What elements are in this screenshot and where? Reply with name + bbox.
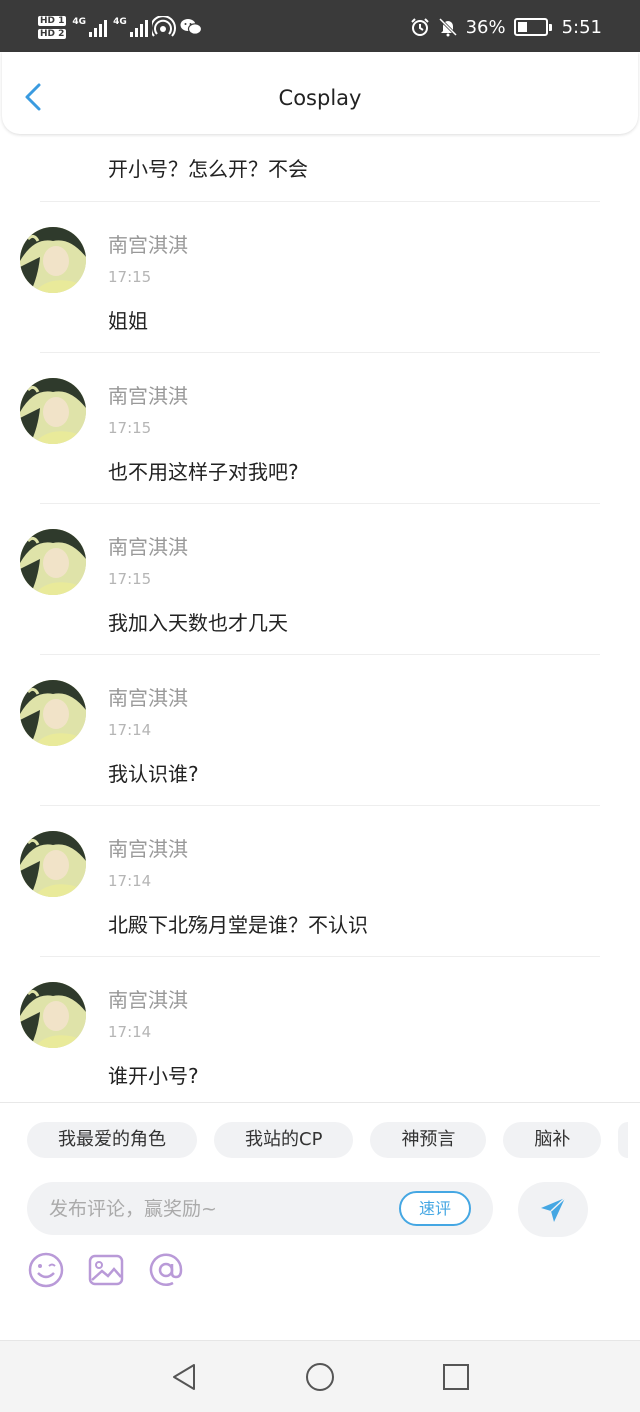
list-item: 南宫淇淇 17:14 我认识谁?: [0, 655, 640, 806]
topic-chips: 我最爱的角色 我站的CP 神预言 脑补: [27, 1122, 629, 1158]
at-icon[interactable]: [147, 1251, 185, 1289]
clock: 5:51: [561, 16, 602, 38]
comment-text: 也不用这样子对我吧?: [108, 460, 299, 484]
sim2-label: HD 2: [38, 28, 67, 39]
battery-icon: [513, 18, 552, 36]
sim2-indicator: HD 2: [38, 28, 67, 39]
signal-2-icon: 4G: [113, 17, 148, 37]
comment-text: 谁开小号?: [108, 1064, 199, 1088]
comment-input-wrap: 速评: [27, 1182, 493, 1235]
avatar-image: [20, 831, 86, 897]
comment-list[interactable]: 开小号？怎么开？不会 南宫淇淇 17:15 姐姐 南宫淇淇 17:15 也不用这样子对我吧…: [0, 52, 640, 1102]
user-name[interactable]: 南宫淇淇: [108, 682, 188, 711]
battery-fill: [517, 22, 527, 32]
header: Cosplay: [2, 52, 638, 134]
avatar-image: [20, 529, 86, 595]
list-item: 南宫淇淇 17:15 我加入天数也才几天: [0, 504, 640, 655]
list-item: 南宫淇淇 17:15 姐姐: [0, 202, 640, 353]
user-name[interactable]: 南宫淇淇: [108, 229, 188, 258]
sim-indicators: HD 1 HD 2: [38, 15, 67, 39]
avatar[interactable]: [20, 831, 86, 897]
comment-time: 17:14: [108, 721, 152, 739]
comments-container: 南宫淇淇 17:15 姐姐 南宫淇淇 17:15 也不用这样子对我吧? 南宫淇淇 17:15 我…: [0, 202, 640, 1102]
avatar-image: [20, 227, 86, 293]
list-item: 南宫淇淇 17:15 也不用这样子对我吧?: [0, 353, 640, 504]
user-name[interactable]: 南宫淇淇: [108, 833, 188, 862]
smiley-icon[interactable]: [27, 1251, 65, 1289]
image-icon[interactable]: [87, 1251, 125, 1289]
paper-plane-icon: [541, 1196, 566, 1222]
status-bar: HD 1 HD 2 4G 4G 36% 5:51: [0, 0, 640, 52]
avatar-image: [20, 982, 86, 1048]
circle-home-icon[interactable]: [304, 1361, 336, 1393]
comment-time: 17:14: [108, 1023, 152, 1041]
alarm-icon: [410, 18, 429, 36]
mute-bell-icon: [438, 17, 457, 37]
user-name[interactable]: 南宫淇淇: [108, 984, 188, 1013]
send-button[interactable]: [518, 1182, 588, 1237]
avatar[interactable]: [20, 680, 86, 746]
sim1-indicator: HD 1: [38, 15, 67, 26]
chip-my-cp[interactable]: 我站的CP: [214, 1122, 354, 1158]
chip-favorite-character[interactable]: 我最爱的角色: [27, 1122, 197, 1158]
comment-text: 北殿下北殇月堂是谁？不认识: [108, 913, 368, 937]
avatar[interactable]: [20, 378, 86, 444]
avatar[interactable]: [20, 982, 86, 1048]
chip-overflow[interactable]: [618, 1122, 629, 1158]
comment-text: 开小号？怎么开？不会: [108, 157, 308, 181]
composer-tools: [27, 1251, 185, 1289]
triangle-back-icon[interactable]: [168, 1361, 200, 1393]
network-type-1: 4G: [72, 17, 87, 27]
list-item: 南宫淇淇 17:14 北殿下北殇月堂是谁？不认识: [0, 806, 640, 957]
square-recent-icon[interactable]: [440, 1361, 472, 1393]
hotspot-icon: [151, 16, 176, 37]
list-item: 南宫淇淇 17:14 谁开小号?: [0, 957, 640, 1102]
comment-composer: 我最爱的角色 我站的CP 神预言 脑补 速评: [0, 1102, 640, 1340]
network-type-2: 4G: [113, 17, 127, 27]
chip-prophecy[interactable]: 神预言: [370, 1122, 487, 1158]
comment-time: 17:15: [108, 268, 152, 286]
comment-text: 我认识谁?: [108, 762, 199, 786]
avatar-image: [20, 378, 86, 444]
quick-review-button[interactable]: 速评: [399, 1191, 471, 1226]
wechat-icon: [180, 19, 202, 35]
navigation-bar: [0, 1340, 640, 1412]
sim1-label: HD 1: [38, 15, 67, 26]
comment-time: 17:15: [108, 419, 152, 437]
screen: HD 1 HD 2 4G 4G 36% 5:51 Cosplay 开小号？怎么开…: [0, 0, 640, 1412]
page-title: Cosplay: [278, 86, 362, 110]
comment-time: 17:15: [108, 570, 152, 588]
chip-imagination[interactable]: 脑补: [503, 1122, 602, 1158]
avatar[interactable]: [20, 529, 86, 595]
avatar-image: [20, 680, 86, 746]
status-right: 36% 5:51: [410, 12, 602, 42]
comment-text: 我加入天数也才几天: [108, 611, 288, 635]
status-left: HD 1 HD 2 4G 4G: [38, 12, 202, 42]
comment-text: 姐姐: [108, 309, 148, 333]
comment-input[interactable]: [49, 1182, 389, 1235]
user-name[interactable]: 南宫淇淇: [108, 531, 188, 560]
signal-1-icon: 4G: [72, 17, 108, 37]
user-name[interactable]: 南宫淇淇: [108, 380, 188, 409]
avatar[interactable]: [20, 227, 86, 293]
comment-time: 17:14: [108, 872, 152, 890]
battery-percent: 36%: [465, 16, 506, 38]
